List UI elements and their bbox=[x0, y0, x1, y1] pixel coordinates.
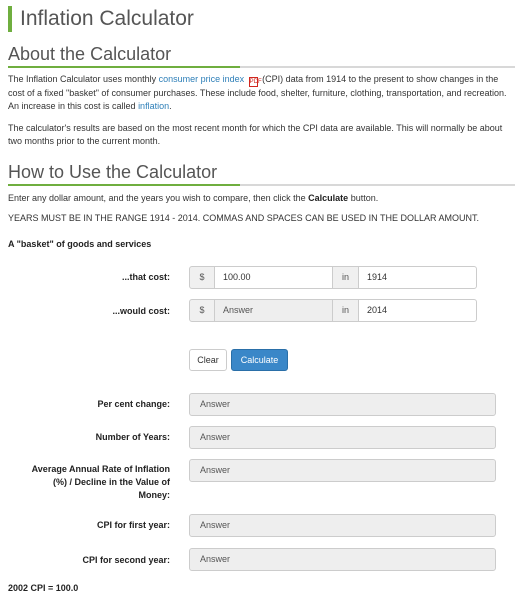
start-amount-input[interactable]: 100.00 bbox=[214, 266, 333, 289]
cpi-first-year-label: CPI for first year: bbox=[96, 520, 170, 530]
calculate-emphasis: Calculate bbox=[308, 193, 349, 203]
result-amount-field: Answer bbox=[214, 299, 333, 322]
inflation-link[interactable]: inflation bbox=[138, 101, 169, 111]
howto-divider bbox=[8, 184, 515, 186]
cpi-link[interactable]: consumer price index bbox=[159, 74, 245, 84]
page-title-bar: Inflation Calculator bbox=[8, 6, 194, 32]
avg-inflation-label: Average Annual Rate of Inflation (%) / D… bbox=[31, 464, 170, 500]
in-addon-1: in bbox=[332, 266, 359, 289]
pdf-icon[interactable]: PDF bbox=[248, 77, 262, 87]
howto-paragraph-1: Enter any dollar amount, and the years y… bbox=[8, 192, 516, 205]
calculate-button[interactable]: Calculate bbox=[231, 349, 288, 371]
about-divider bbox=[8, 66, 515, 68]
currency-addon-2: $ bbox=[189, 299, 215, 322]
howto-heading: How to Use the Calculator bbox=[8, 162, 218, 182]
would-cost-label: ...would cost: bbox=[112, 306, 171, 316]
howto-text-1: Enter any dollar amount, and the years y… bbox=[8, 193, 309, 203]
about-paragraph-2: The calculator's results are based on th… bbox=[8, 123, 503, 146]
howto-text-2: button. bbox=[348, 193, 379, 203]
about-text-1: The Inflation Calculator uses monthly bbox=[8, 74, 159, 84]
in-addon-2: in bbox=[332, 299, 359, 322]
end-year-input[interactable]: 2014 bbox=[358, 299, 477, 322]
page-title: Inflation Calculator bbox=[20, 7, 194, 30]
percent-change-label: Per cent change: bbox=[97, 399, 170, 409]
number-of-years-label: Number of Years: bbox=[95, 432, 170, 442]
about-text-3: . bbox=[169, 101, 172, 111]
cpi-base-note: 2002 CPI = 100.0 bbox=[8, 583, 79, 593]
cpi-second-year-label: CPI for second year: bbox=[82, 555, 170, 565]
about-heading: About the Calculator bbox=[8, 44, 172, 64]
cpi-first-year-field: Answer bbox=[189, 514, 496, 537]
number-of-years-field: Answer bbox=[189, 426, 496, 449]
currency-addon-1: $ bbox=[189, 266, 215, 289]
avg-inflation-field: Answer bbox=[189, 459, 496, 482]
howto-paragraph-2: YEARS MUST BE IN THE RANGE 1914 - 2014. … bbox=[8, 213, 479, 223]
start-year-input[interactable]: 1914 bbox=[358, 266, 477, 289]
percent-change-field: Answer bbox=[189, 393, 496, 416]
clear-button[interactable]: Clear bbox=[189, 349, 227, 371]
that-cost-label: ...that cost: bbox=[121, 272, 170, 282]
cpi-second-year-field: Answer bbox=[189, 548, 496, 571]
about-paragraph-1: The Inflation Calculator uses monthly co… bbox=[8, 73, 516, 113]
basket-label: A "basket" of goods and services bbox=[8, 239, 152, 249]
